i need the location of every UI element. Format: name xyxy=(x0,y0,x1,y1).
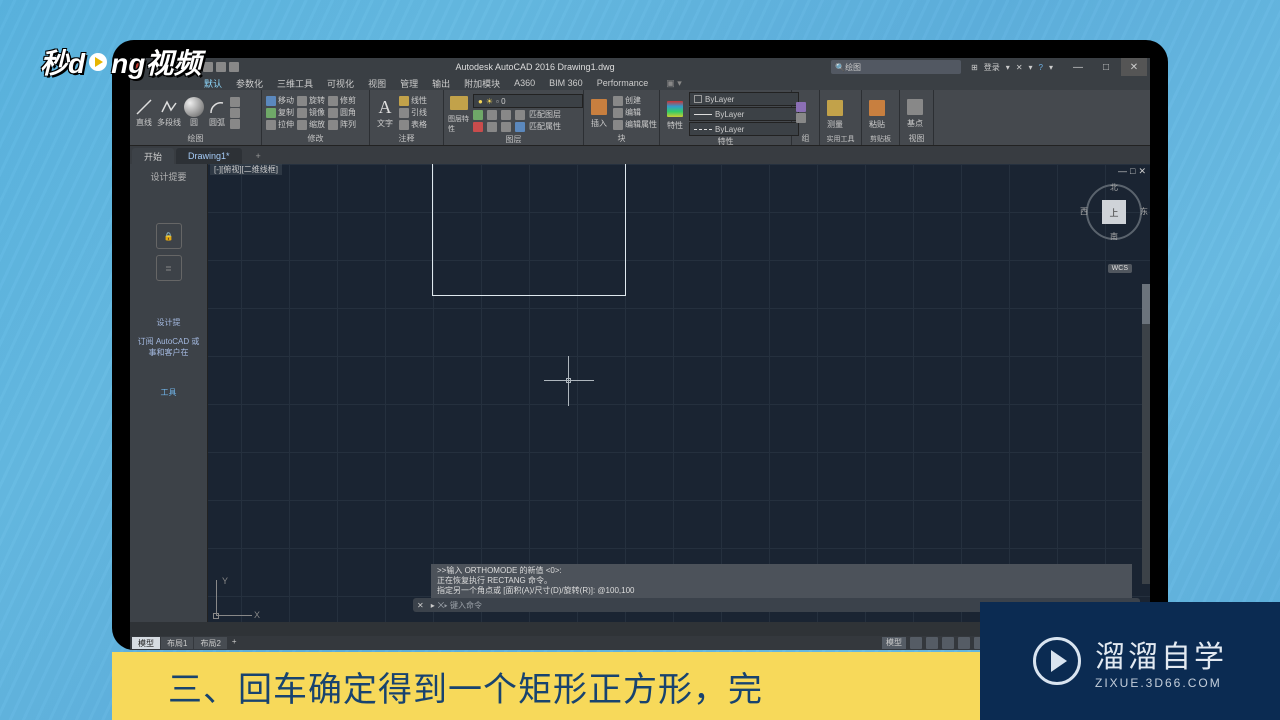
tab-visualize[interactable]: 可视化 xyxy=(327,77,354,90)
tool-arc[interactable]: 圆弧 xyxy=(207,97,227,128)
viewcube[interactable]: 北 南 西 东 上 xyxy=(1086,184,1142,240)
tool-scale[interactable]: 缩放 xyxy=(297,119,325,130)
wcs-label[interactable]: WCS xyxy=(1108,264,1132,273)
title-bar: Autodesk AutoCAD 2016 Drawing1.dwg 🔍绘图 ⊞… xyxy=(130,58,1150,76)
tab-default[interactable]: 默认 xyxy=(204,77,222,90)
tab-output[interactable]: 输出 xyxy=(432,77,450,90)
panel-clipboard: 粘贴 剪贴板 xyxy=(862,90,900,145)
tab-bim360[interactable]: BIM 360 xyxy=(549,78,583,88)
minimize-button[interactable]: — xyxy=(1065,58,1091,76)
tool-rotate[interactable]: 旋转 xyxy=(297,95,325,106)
panel-draw: 直线 多段线 圆 圆弧 绘图 xyxy=(130,90,262,145)
lineweight-combo[interactable]: ByLayer xyxy=(689,107,799,121)
viewport-controls[interactable]: —□✕ xyxy=(1118,166,1146,177)
document-tabs: 开始 Drawing1* + xyxy=(130,146,1150,164)
panel-group: 组 xyxy=(792,90,820,145)
tab-addins[interactable]: 附加模块 xyxy=(464,77,500,90)
tool-line[interactable]: 直线 xyxy=(134,97,154,128)
view-label[interactable]: [-][俯视][二维线框] xyxy=(210,164,282,175)
status-tab-add[interactable]: + xyxy=(228,637,241,649)
status-tab-layout2[interactable]: 布局2 xyxy=(194,637,226,649)
tool-group[interactable] xyxy=(796,102,806,112)
brand-play-icon xyxy=(1033,637,1081,685)
play-icon xyxy=(89,53,107,71)
layer-combo[interactable]: ●☀▫ 0 xyxy=(473,94,583,108)
palette-list-icon[interactable]: ≣ xyxy=(156,255,182,281)
panel-properties: 特性 ByLayer ByLayer ByLayer 特性 xyxy=(660,90,792,145)
linetype-combo[interactable]: ByLayer xyxy=(689,122,799,136)
tab-parametric[interactable]: 参数化 xyxy=(236,77,263,90)
tool-insert[interactable]: 插入 xyxy=(588,96,610,129)
tab-view[interactable]: 视图 xyxy=(368,77,386,90)
panel-baseview: 基点 视图 xyxy=(900,90,934,145)
brand-watermark: 溜溜自学 ZIXUE.3D66.COM xyxy=(980,602,1280,720)
tool-layer-props[interactable]: 图层特性 xyxy=(448,92,470,134)
device-frame: Autodesk AutoCAD 2016 Drawing1.dwg 🔍绘图 ⊞… xyxy=(112,40,1168,650)
tool-copy[interactable]: 复制 xyxy=(266,107,294,118)
tool-text[interactable]: A文字 xyxy=(374,96,396,129)
vertical-scrollbar[interactable] xyxy=(1142,284,1150,584)
design-feed-palette: 设计提要 🔒 ≣ 设计提 订阅 AutoCAD 或 事和客户在 工具 xyxy=(130,164,208,622)
tool-fillet[interactable]: 圆角 xyxy=(328,107,356,118)
tool-edit-attr[interactable]: 编辑属性 xyxy=(613,119,657,130)
status-tab-model[interactable]: 模型 xyxy=(132,637,160,649)
tab-start[interactable]: 开始 xyxy=(132,148,174,164)
tool-linear-dim[interactable]: 线性 xyxy=(399,95,427,106)
tool-circle[interactable]: 圆 xyxy=(184,97,204,128)
tool-table[interactable]: 表格 xyxy=(399,119,427,130)
tab-performance[interactable]: Performance xyxy=(597,78,649,88)
status-tab-layout1[interactable]: 布局1 xyxy=(161,637,193,649)
panel-block: 插入 创建 编辑 编辑属性 块 xyxy=(584,90,660,145)
tab-3dtools[interactable]: 三维工具 xyxy=(277,77,313,90)
tool-measure[interactable]: 测量 xyxy=(824,97,846,130)
tool-paste[interactable]: 粘贴 xyxy=(866,97,888,130)
tool-basepoint[interactable]: 基点 xyxy=(904,96,926,129)
ribbon-tabs: 默认 参数化 三维工具 可视化 视图 管理 输出 附加模块 A360 BIM 3… xyxy=(130,76,1150,90)
palette-link[interactable]: 工具 xyxy=(161,387,177,398)
window-title: Autodesk AutoCAD 2016 Drawing1.dwg xyxy=(239,62,831,72)
palette-lock-icon[interactable]: 🔒 xyxy=(156,223,182,249)
tool-stretch[interactable]: 拉伸 xyxy=(266,119,294,130)
command-history: >>输入 ORTHOMODE 的新值 <0>: 正在恢复执行 RECTANG 命… xyxy=(431,564,1132,598)
color-combo[interactable]: ByLayer xyxy=(689,92,799,106)
palette-sub: 订阅 AutoCAD 或 事和客户在 xyxy=(134,336,204,358)
panel-layers: 图层特性 ●☀▫ 0 匹配图层 匹配属性 图层 xyxy=(444,90,584,145)
video-brand-logo: 秒d ng视频 xyxy=(40,42,201,82)
tool-move[interactable]: 移动 xyxy=(266,95,294,106)
tool-mirror[interactable]: 镜像 xyxy=(297,107,325,118)
palette-title: 设计提要 xyxy=(150,170,186,183)
user-signin[interactable]: ⊞ 登录 ▾ ✕ ▾ ? ▾ xyxy=(971,62,1053,73)
panel-utilities: 测量 实用工具 xyxy=(820,90,862,145)
help-search[interactable]: 🔍绘图 xyxy=(831,60,961,74)
close-button[interactable]: ✕ xyxy=(1121,58,1147,76)
panel-modify: 移动 复制 拉伸 旋转 镜像 缩放 修剪 圆角 阵列 修改 xyxy=(262,90,370,145)
maximize-button[interactable]: □ xyxy=(1093,58,1119,76)
crosshair-cursor xyxy=(544,356,594,406)
tab-expand-icon[interactable]: ▣ ▾ xyxy=(666,78,682,89)
tool-array[interactable]: 阵列 xyxy=(328,119,356,130)
tab-drawing1[interactable]: Drawing1* xyxy=(176,148,242,164)
tool-leader[interactable]: 引线 xyxy=(399,107,427,118)
tab-manage[interactable]: 管理 xyxy=(400,77,418,90)
drawn-rectangle xyxy=(432,164,626,296)
tool-edit-block[interactable]: 编辑 xyxy=(613,107,657,118)
layer-tools-row[interactable]: 匹配图层 xyxy=(473,109,583,120)
drawing-canvas[interactable]: [-][俯视][二维线框] XY —□✕ 北 南 西 东 上 WCS xyxy=(208,164,1150,622)
tool-create-block[interactable]: 创建 xyxy=(613,95,657,106)
tool-trim[interactable]: 修剪 xyxy=(328,95,356,106)
ribbon: 直线 多段线 圆 圆弧 绘图 移动 复制 拉伸 旋转 xyxy=(130,90,1150,146)
panel-annotate: A文字 线性 引线 表格 注释 xyxy=(370,90,444,145)
palette-heading: 设计提 xyxy=(153,317,185,328)
tool-props[interactable]: 特性 xyxy=(664,98,686,131)
tool-polyline[interactable]: 多段线 xyxy=(157,97,181,128)
tab-new[interactable]: + xyxy=(244,148,268,164)
tab-a360[interactable]: A360 xyxy=(514,78,535,88)
